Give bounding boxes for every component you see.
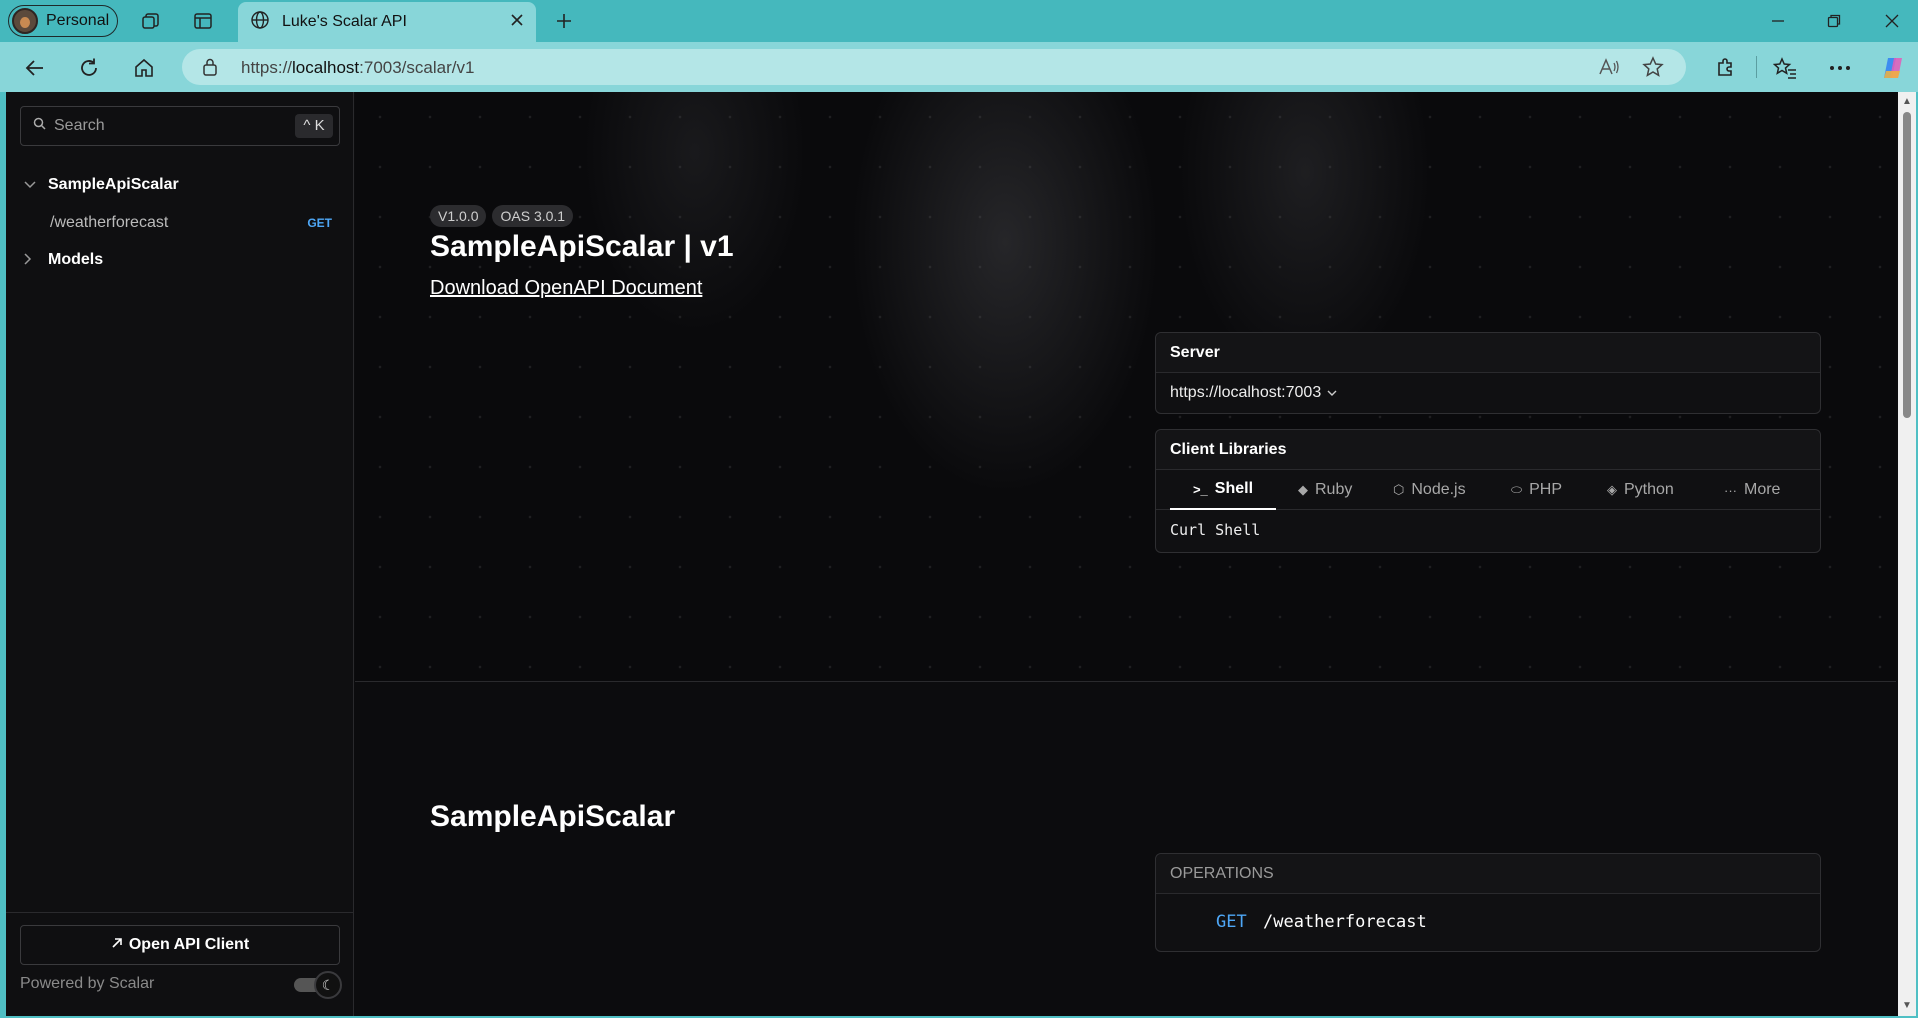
arrow-up-right-icon [111, 936, 123, 954]
sidebar-item-label: /weatherforecast [50, 214, 169, 231]
chevron-down-icon [1327, 386, 1337, 400]
tab-label: Node.js [1411, 481, 1466, 498]
python-icon: ◈ [1607, 482, 1617, 497]
tab-label: More [1744, 481, 1781, 498]
tab-label: Python [1624, 481, 1674, 498]
tab-more[interactable]: ··· More [1724, 470, 1780, 510]
sidebar-group-models[interactable]: Models [24, 251, 103, 269]
favorite-star-icon[interactable] [1642, 56, 1664, 83]
favorites-icon[interactable] [1772, 55, 1798, 81]
url-host: localhost [292, 58, 360, 77]
client-libraries-tabs: >_ Shell ◆ Ruby ⬡ Node.js ⬭ PHP ◈ Python… [1156, 470, 1820, 510]
search-input[interactable]: Search ^ K [20, 106, 340, 146]
tab-ruby[interactable]: ◆ Ruby [1298, 470, 1352, 510]
server-card: Server https://localhost:7003 [1155, 332, 1821, 414]
url-text: https://localhost:7003/scalar/v1 [241, 58, 474, 78]
tab-python[interactable]: ◈ Python [1607, 470, 1674, 510]
address-bar[interactable]: https://localhost:7003/scalar/v1 [182, 49, 1686, 85]
browser-titlebar: Personal Luke's Scalar API [0, 0, 1918, 42]
toolbar-divider [1756, 56, 1757, 78]
browser-toolbar: https://localhost:7003/scalar/v1 [0, 42, 1918, 92]
sidebar-group-sampleapiscalar[interactable]: SampleApiScalar [24, 176, 179, 194]
page-title: SampleApiScalar | v1 [430, 230, 734, 263]
home-icon[interactable] [131, 55, 157, 81]
url-prefix: https:// [241, 58, 293, 77]
sidebar-group-label: Models [48, 251, 104, 268]
sidebar-item-weatherforecast[interactable]: /weatherforecast GET [50, 214, 340, 232]
search-icon [33, 117, 46, 135]
more-options-icon[interactable] [1827, 55, 1853, 81]
sidebar: Search ^ K SampleApiScalar /weatherforec… [6, 92, 354, 1016]
open-api-client-button[interactable]: Open API Client [20, 925, 340, 965]
scroll-down-icon[interactable]: ▼ [1902, 1000, 1912, 1011]
scroll-up-icon[interactable]: ▲ [1902, 96, 1912, 107]
operation-path: /weatherforecast [1263, 912, 1427, 932]
copilot-icon[interactable] [1880, 55, 1906, 81]
lock-icon[interactable] [202, 58, 218, 81]
operations-heading: OPERATIONS [1156, 854, 1820, 894]
search-placeholder: Search [54, 117, 105, 134]
operations-card: OPERATIONS GET /weatherforecast [1155, 853, 1821, 952]
url-path: :7003/scalar/v1 [359, 58, 475, 77]
browser-tab[interactable]: Luke's Scalar API [238, 2, 536, 42]
sidebar-group-label: SampleApiScalar [48, 176, 179, 193]
new-tab-icon[interactable] [552, 9, 576, 33]
powered-by-link[interactable]: Powered by Scalar [20, 975, 154, 993]
tab-label: Shell [1214, 480, 1254, 497]
page-scrollbar[interactable]: ▲ ▼ [1898, 92, 1916, 1016]
chevron-down-icon [24, 178, 36, 192]
page-viewport: Search ^ K SampleApiScalar /weatherforec… [6, 92, 1916, 1016]
globe-icon [250, 10, 270, 35]
tab-php[interactable]: ⬭ PHP [1511, 470, 1562, 510]
method-badge: GET [307, 216, 332, 230]
tab-nodejs[interactable]: ⬡ Node.js [1393, 470, 1466, 510]
chevron-right-icon [24, 252, 36, 268]
download-openapi-link[interactable]: Download OpenAPI Document [430, 277, 702, 300]
client-libraries-card: Client Libraries >_ Shell ◆ Ruby ⬡ Node.… [1155, 429, 1821, 553]
tab-label: PHP [1529, 481, 1563, 498]
refresh-icon[interactable] [76, 55, 102, 81]
tab-label: Ruby [1315, 481, 1353, 498]
profile-button[interactable]: Personal [8, 5, 118, 37]
ruby-icon: ◆ [1298, 482, 1308, 497]
server-heading: Server [1156, 333, 1820, 373]
close-window-icon[interactable] [1880, 9, 1904, 33]
open-api-client-label: Open API Client [128, 936, 250, 953]
read-aloud-icon[interactable] [1598, 57, 1620, 82]
tab-title: Luke's Scalar API [282, 13, 407, 30]
back-icon[interactable] [22, 55, 48, 81]
version-badge: V1.0.0 [430, 205, 487, 227]
server-url: https://localhost:7003 [1170, 384, 1322, 401]
dark-mode-toggle[interactable]: ☾ [292, 971, 342, 999]
nodejs-icon: ⬡ [1393, 482, 1405, 497]
version-badges: V1.0.0 OAS 3.0.1 [430, 205, 574, 227]
main-content: V1.0.0 OAS 3.0.1 SampleApiScalar | v1 Do… [355, 92, 1896, 1016]
tab-shell[interactable]: >_ Shell [1170, 470, 1276, 510]
php-icon: ⬭ [1511, 482, 1523, 497]
workspaces-icon[interactable] [139, 9, 163, 33]
search-shortcut: ^ K [295, 114, 333, 138]
server-select[interactable]: https://localhost:7003 [1156, 373, 1820, 413]
selected-client[interactable]: Curl Shell [1156, 510, 1820, 550]
profile-label: Personal [46, 12, 110, 29]
hero-section: V1.0.0 OAS 3.0.1 SampleApiScalar | v1 Do… [355, 92, 1896, 682]
operation-method: GET [1216, 912, 1247, 932]
avatar [12, 8, 38, 34]
tab-actions-icon[interactable] [191, 9, 215, 33]
close-tab-icon[interactable] [510, 13, 524, 32]
oas-badge: OAS 3.0.1 [492, 205, 574, 227]
ellipsis-icon: ··· [1724, 482, 1737, 498]
restore-icon[interactable] [1822, 9, 1846, 33]
section-title: SampleApiScalar [430, 800, 676, 833]
extensions-icon[interactable] [1712, 55, 1738, 81]
terminal-icon: >_ [1192, 481, 1208, 497]
moon-icon: ☾ [314, 971, 342, 999]
client-libraries-heading: Client Libraries [1156, 430, 1820, 470]
minimize-icon[interactable] [1766, 9, 1790, 33]
operation-row[interactable]: GET /weatherforecast [1156, 894, 1820, 950]
scroll-thumb[interactable] [1903, 112, 1911, 418]
sidebar-footer: Open API Client Powered by Scalar ☾ [6, 912, 354, 1016]
